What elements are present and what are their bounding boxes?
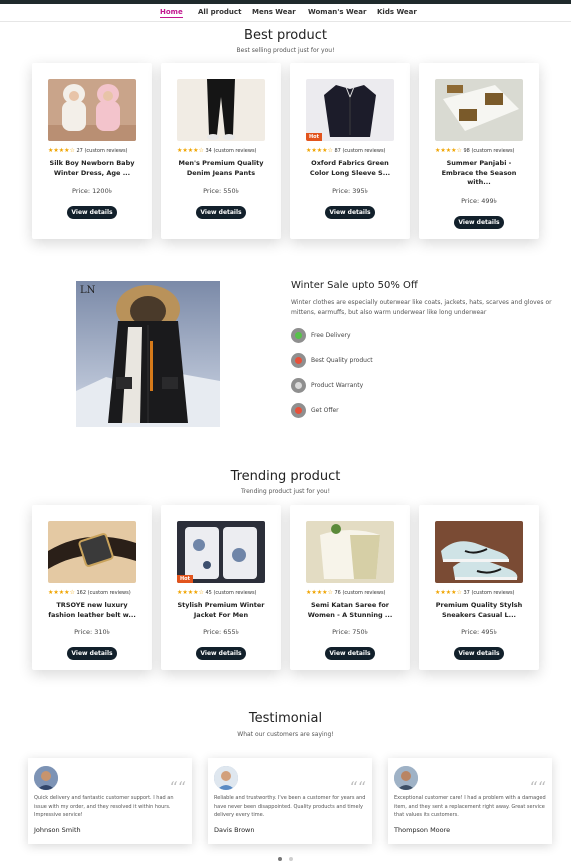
testimonial-author: Davis Brown (214, 826, 255, 834)
star-rating-icon: ★★★★☆ (435, 147, 462, 154)
product-price: Price: 550৳ (203, 187, 239, 195)
view-details-button[interactable]: View details (454, 216, 504, 229)
best-product-subtitle: Best selling product just for you! (236, 47, 335, 54)
product-price: Price: 495৳ (461, 628, 497, 636)
star-rating-icon: ★★★★☆ (48, 147, 75, 154)
product-card[interactable]: ★★★★☆ 98 (custom reviews) Summer Panjabi… (419, 63, 539, 239)
view-details-button[interactable]: View details (67, 206, 117, 219)
carousel-dot-active[interactable] (278, 857, 282, 861)
nav-mens-wear[interactable]: Mens Wear (252, 8, 296, 16)
product-card[interactable]: Hot ★★★★☆ 45 (custom reviews) Stylish Pr… (161, 505, 281, 670)
brand-logo: LN (80, 285, 96, 296)
view-details-button[interactable]: View details (325, 206, 375, 219)
avatar (394, 766, 418, 790)
product-title[interactable]: Semi Katan Saree for Women - A Stunning … (304, 601, 396, 620)
offer-icon (291, 403, 306, 418)
best-product-title: Best product (244, 28, 327, 43)
view-details-button[interactable]: View details (454, 647, 504, 660)
product-image-sneakers[interactable] (435, 521, 523, 583)
testimonial-author: Johnson Smith (34, 826, 81, 834)
product-rating: ★★★★☆ 98 (custom reviews) (435, 147, 515, 154)
avatar (214, 766, 238, 790)
testimonial-subtitle: What our customers are saying! (237, 731, 334, 738)
winter-sale-description: Winter clothes are especially outerwear … (291, 299, 552, 316)
testimonial-card: ““ Reliable and trustworthy. I've been a… (208, 758, 372, 844)
product-rating: ★★★★☆ 45 (custom reviews) (177, 589, 257, 596)
testimonial-text: Exceptional customer care! I had a probl… (394, 795, 546, 818)
product-title[interactable]: TRSOYE new luxury fashion leather belt w… (46, 601, 138, 620)
product-rating: ★★★★☆ 162 (custom reviews) (48, 589, 131, 596)
truck-icon (291, 328, 306, 343)
product-title[interactable]: Premium Quality Stylsh Sneakers Casual L… (433, 601, 525, 620)
product-image-panjabi[interactable] (435, 79, 523, 141)
product-image-baby-dress[interactable] (48, 79, 136, 141)
product-card[interactable]: ★★★★☆ 162 (custom reviews) TRSOYE new lu… (32, 505, 152, 670)
product-card[interactable]: Hot ★★★★☆ 87 (custom reviews) Oxford Fab… (290, 63, 410, 239)
product-rating: ★★★★☆ 76 (custom reviews) (306, 589, 386, 596)
product-price: Price: 499৳ (461, 197, 497, 205)
product-rating: ★★★★☆ 34 (custom reviews) (177, 147, 257, 154)
avatar (34, 766, 58, 790)
product-price: Price: 1200৳ (72, 187, 112, 195)
star-rating-icon: ★★★★☆ (306, 147, 333, 154)
product-rating: ★★★★☆ 87 (custom reviews) (306, 147, 386, 154)
product-image-shirt[interactable]: Hot (306, 79, 394, 141)
product-title[interactable]: Summer Panjabi - Embrace the Season with… (433, 159, 525, 188)
product-card[interactable]: ★★★★☆ 27 (custom reviews) Silk Boy Newbo… (32, 63, 152, 239)
main-nav: Home All product Mens Wear Woman's Wear … (0, 4, 571, 22)
product-title[interactable]: Oxford Fabrics Green Color Long Sleeve S… (304, 159, 396, 178)
product-price: Price: 750৳ (332, 628, 368, 636)
product-price: Price: 655৳ (203, 628, 239, 636)
product-image-winter-jacket[interactable]: Hot (177, 521, 265, 583)
hot-badge: Hot (177, 575, 194, 583)
testimonial-text: Quick delivery and fantastic customer su… (34, 795, 174, 818)
star-rating-icon: ★★★★☆ (48, 589, 75, 596)
quality-icon (291, 353, 306, 368)
nav-kids-wear[interactable]: Kids Wear (377, 8, 417, 16)
product-image-saree[interactable] (306, 521, 394, 583)
testimonial-card: ““ Quick delivery and fantastic customer… (28, 758, 192, 844)
carousel-dot[interactable] (289, 857, 293, 861)
testimonial-text: Reliable and trustworthy. I've been a cu… (214, 795, 366, 818)
view-details-button[interactable]: View details (325, 647, 375, 660)
nav-all-product[interactable]: All product (198, 8, 241, 16)
product-rating: ★★★★☆ 37 (custom reviews) (435, 589, 515, 596)
product-card[interactable]: ★★★★☆ 34 (custom reviews) Men's Premium … (161, 63, 281, 239)
nav-womans-wear[interactable]: Woman's Wear (308, 8, 366, 16)
trending-product-title: Trending product (230, 469, 341, 484)
product-title[interactable]: Silk Boy Newborn Baby Winter Dress, Age … (46, 159, 138, 178)
product-card[interactable]: ★★★★☆ 37 (custom reviews) Premium Qualit… (419, 505, 539, 670)
winter-sale-title: Winter Sale upto 50% Off (291, 280, 418, 291)
hot-badge: Hot (306, 133, 323, 141)
view-details-button[interactable]: View details (196, 647, 246, 660)
product-price: Price: 310৳ (74, 628, 110, 636)
product-price: Price: 395৳ (332, 187, 368, 195)
nav-home[interactable]: Home (160, 8, 183, 18)
testimonial-card: ““ Exceptional customer care! I had a pr… (388, 758, 552, 844)
product-image-belt[interactable] (48, 521, 136, 583)
product-title[interactable]: Men's Premium Quality Denim Jeans Pants (175, 159, 267, 178)
testimonial-title: Testimonial (248, 711, 323, 726)
product-card[interactable]: ★★★★☆ 76 (custom reviews) Semi Katan Sar… (290, 505, 410, 670)
view-details-button[interactable]: View details (196, 206, 246, 219)
view-details-button[interactable]: View details (67, 647, 117, 660)
product-title[interactable]: Stylish Premium Winter Jacket For Men (175, 601, 267, 620)
star-rating-icon: ★★★★☆ (435, 589, 462, 596)
trending-product-subtitle: Trending product just for you! (240, 488, 331, 495)
star-rating-icon: ★★★★☆ (306, 589, 333, 596)
testimonial-author: Thompson Moore (394, 826, 451, 834)
star-rating-icon: ★★★★☆ (177, 147, 204, 154)
star-rating-icon: ★★★★☆ (177, 589, 204, 596)
product-rating: ★★★★☆ 27 (custom reviews) (48, 147, 128, 154)
warranty-icon (291, 378, 306, 393)
winter-sale-image: LN (76, 281, 220, 427)
product-image-jeans[interactable] (177, 79, 265, 141)
